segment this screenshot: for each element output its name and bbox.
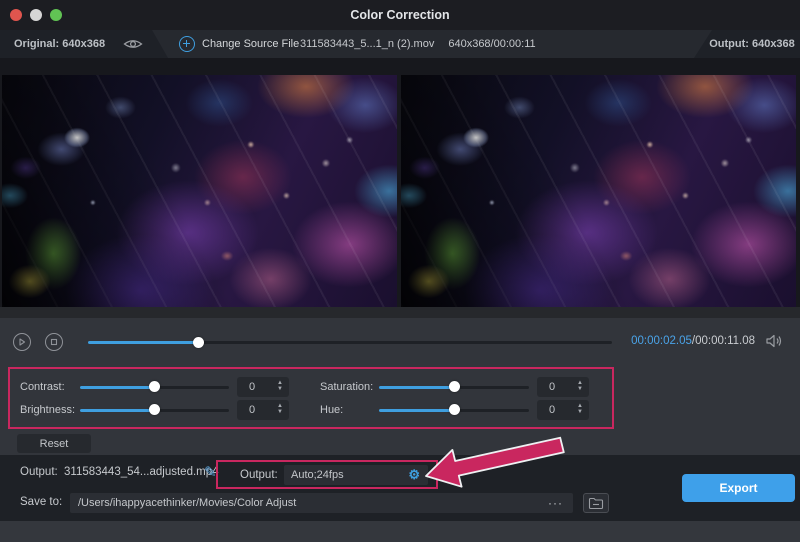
- output-format-label: Output:: [240, 469, 278, 481]
- contrast-control: Contrast: 0 ▲ ▼: [10, 377, 289, 397]
- brightness-slider[interactable]: [80, 404, 229, 416]
- hue-handle[interactable]: [449, 404, 460, 415]
- browse-button[interactable]: ···: [548, 496, 563, 510]
- edit-filename-icon[interactable]: ✎: [204, 463, 217, 481]
- original-resolution-tab: Original: 640x368: [0, 30, 168, 58]
- saturation-handle[interactable]: [449, 381, 460, 392]
- contrast-label: Contrast:: [20, 381, 80, 393]
- transport-bar: 00:00:02.05/00:00:11.08: [0, 328, 800, 356]
- video-preview-output: [401, 75, 796, 307]
- window-controls: [10, 0, 62, 30]
- saturation-fill: [379, 386, 454, 389]
- output-format-field[interactable]: Auto;24fps ⚙: [284, 465, 428, 485]
- seek-handle[interactable]: [193, 337, 204, 348]
- window-title: Color Correction: [0, 8, 800, 22]
- bottom-section: Output: 311583443_54...adjusted.mp4 ✎ Ou…: [0, 455, 800, 521]
- contrast-slider[interactable]: [80, 381, 229, 393]
- change-source-file-button[interactable]: Change Source File: [179, 30, 299, 58]
- reset-button[interactable]: Reset: [17, 434, 91, 453]
- gear-icon[interactable]: ⚙: [408, 467, 420, 483]
- step-down-icon[interactable]: ▼: [277, 410, 283, 415]
- output-resolution-label: Output: 640x368: [709, 38, 795, 50]
- seek-slider[interactable]: [88, 336, 612, 348]
- brightness-value: 0: [249, 404, 255, 416]
- file-meta: 311583443_5...1_n (2).mov 640x368/00:00:…: [300, 30, 590, 58]
- time-display: 00:00:02.05/00:00:11.08: [631, 335, 755, 347]
- adjustments-grid: Contrast: 0 ▲ ▼: [10, 369, 612, 427]
- hue-fill: [379, 409, 454, 412]
- folder-icon: [588, 497, 604, 510]
- brightness-stepper[interactable]: ▲ ▼: [277, 400, 283, 420]
- hue-stepper[interactable]: ▲ ▼: [577, 400, 583, 420]
- control-panel: 00:00:02.05/00:00:11.08 Contrast:: [0, 318, 800, 455]
- saturation-value-box: 0 ▲ ▼: [537, 377, 589, 397]
- step-down-icon[interactable]: ▼: [277, 387, 283, 392]
- brightness-value-box: 0 ▲ ▼: [237, 400, 289, 420]
- output-row: Output: 311583443_54...adjusted.mp4 ✎ Ou…: [0, 459, 800, 487]
- export-button[interactable]: Export: [682, 474, 795, 502]
- color-correction-window: Color Correction Original: 640x368 Chang…: [0, 0, 800, 542]
- minimize-window-button[interactable]: [30, 9, 42, 21]
- save-to-row: Save to: /Users/ihappyacethinker/Movies/…: [0, 491, 800, 517]
- step-down-icon[interactable]: ▼: [577, 410, 583, 415]
- saturation-label: Saturation:: [320, 381, 379, 393]
- contrast-value-box: 0 ▲ ▼: [237, 377, 289, 397]
- preview-eye-icon[interactable]: [123, 38, 143, 50]
- close-window-button[interactable]: [10, 9, 22, 21]
- preview-area: [0, 58, 800, 318]
- hue-label: Hue:: [320, 404, 379, 416]
- change-source-label: Change Source File: [202, 38, 299, 50]
- saturation-slider[interactable]: [379, 381, 529, 393]
- saturation-control: Saturation: 0 ▲ ▼: [320, 377, 589, 397]
- brightness-handle[interactable]: [149, 404, 160, 415]
- hue-value-box: 0 ▲ ▼: [537, 400, 589, 420]
- adjustments-highlight-box: Contrast: 0 ▲ ▼: [8, 367, 614, 429]
- bottom-strip: [0, 521, 800, 542]
- source-file-name: 311583443_5...1_n (2).mov: [300, 38, 434, 50]
- save-path-field[interactable]: /Users/ihappyacethinker/Movies/Color Adj…: [70, 493, 573, 513]
- output-format-highlight-box: Output: Auto;24fps ⚙: [216, 460, 438, 489]
- brightness-fill: [80, 409, 155, 412]
- contrast-value: 0: [249, 381, 255, 393]
- source-file-info: 640x368/00:00:11: [448, 38, 535, 50]
- video-frame-image: [401, 75, 796, 307]
- hue-value: 0: [549, 404, 555, 416]
- output-resolution-tab: Output: 640x368: [694, 30, 800, 58]
- zoom-window-button[interactable]: [50, 9, 62, 21]
- video-preview-original: [2, 75, 397, 307]
- titlebar: Color Correction: [0, 0, 800, 30]
- output-label: Output:: [20, 466, 58, 478]
- play-button[interactable]: [13, 333, 31, 351]
- brightness-label: Brightness:: [20, 404, 80, 416]
- saturation-stepper[interactable]: ▲ ▼: [577, 377, 583, 397]
- total-time: /00:00:11.08: [692, 335, 755, 347]
- topbar: Original: 640x368 Change Source File 311…: [0, 30, 800, 58]
- contrast-fill: [80, 386, 155, 389]
- open-folder-button[interactable]: [583, 493, 609, 513]
- volume-icon[interactable]: [766, 334, 783, 353]
- current-time: 00:00:02.05: [631, 335, 692, 347]
- saturation-value: 0: [549, 381, 555, 393]
- brightness-control: Brightness: 0 ▲ ▼: [10, 400, 289, 420]
- plus-circle-icon: [179, 36, 195, 52]
- output-file-name: 311583443_54...adjusted.mp4: [64, 466, 219, 478]
- contrast-stepper[interactable]: ▲ ▼: [277, 377, 283, 397]
- step-down-icon[interactable]: ▼: [577, 387, 583, 392]
- save-path-value: /Users/ihappyacethinker/Movies/Color Adj…: [78, 497, 548, 509]
- video-frame-image: [2, 75, 397, 307]
- stop-button[interactable]: [45, 333, 63, 351]
- seek-fill: [88, 341, 198, 344]
- save-to-label: Save to:: [20, 496, 62, 508]
- hue-control: Hue: 0 ▲ ▼: [320, 400, 589, 420]
- hue-slider[interactable]: [379, 404, 529, 416]
- output-format-value: Auto;24fps: [291, 469, 408, 481]
- original-resolution-label: Original: 640x368: [14, 38, 105, 50]
- contrast-handle[interactable]: [149, 381, 160, 392]
